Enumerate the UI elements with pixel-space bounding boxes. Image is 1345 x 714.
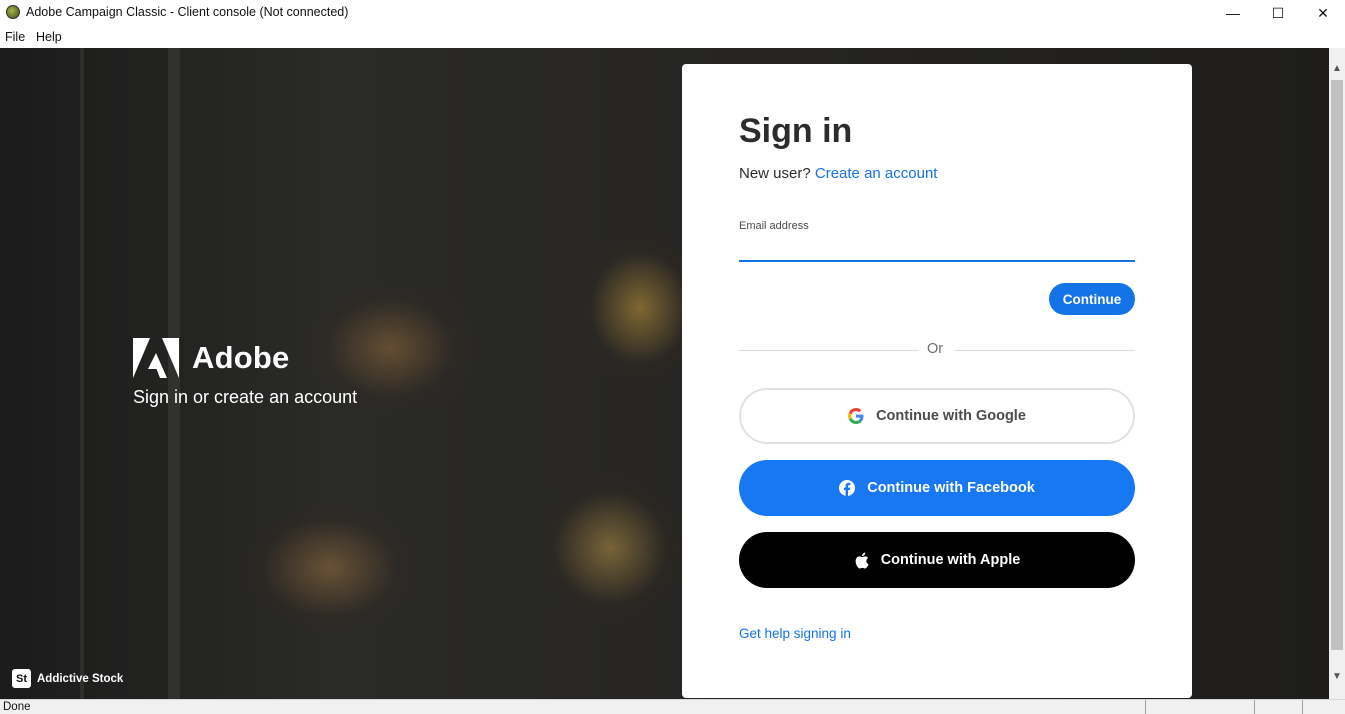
email-field[interactable] xyxy=(739,240,1135,262)
menu-help[interactable]: Help xyxy=(36,30,62,44)
title-bar: Adobe Campaign Classic - Client console … xyxy=(0,0,1345,26)
menu-file[interactable]: File xyxy=(5,30,25,44)
facebook-icon xyxy=(839,480,856,496)
apple-button-label: Continue with Apple xyxy=(880,552,1021,568)
status-separator xyxy=(1302,700,1303,714)
google-button-label: Continue with Google xyxy=(876,408,1026,424)
signin-page: Adobe Sign in or create an account St Ad… xyxy=(0,48,1329,699)
scroll-up-icon[interactable]: ▲ xyxy=(1329,60,1345,77)
status-separator xyxy=(1254,700,1255,714)
adobe-stock-icon: St xyxy=(12,669,31,688)
or-divider: Or xyxy=(739,341,1135,359)
continue-with-facebook-button[interactable]: Continue with Facebook xyxy=(739,460,1135,516)
app-icon xyxy=(6,5,20,19)
close-button[interactable]: ✕ xyxy=(1300,0,1345,26)
image-credit-label[interactable]: Addictive Stock xyxy=(37,673,123,685)
create-account-link[interactable]: Create an account xyxy=(815,165,938,182)
status-separator xyxy=(1145,700,1146,714)
help-signing-in-link[interactable]: Get help signing in xyxy=(739,626,851,641)
status-bar: Done xyxy=(0,699,1345,714)
page-title: Sign in xyxy=(739,112,853,150)
google-icon xyxy=(848,408,864,424)
adobe-logo-icon xyxy=(133,338,179,378)
divider-line xyxy=(739,350,919,351)
scroll-thumb[interactable] xyxy=(1331,80,1343,650)
window-title: Adobe Campaign Classic - Client console … xyxy=(26,5,349,19)
signin-card: Sign in New user? Create an account Emai… xyxy=(682,64,1192,698)
continue-button[interactable]: Continue xyxy=(1049,283,1135,315)
new-user-row: New user? Create an account xyxy=(739,165,937,182)
apple-icon xyxy=(854,552,869,569)
vertical-scrollbar[interactable]: ▲ ▼ xyxy=(1329,48,1345,699)
divider-line xyxy=(955,350,1135,351)
facebook-button-label: Continue with Facebook xyxy=(867,480,1035,496)
email-label: Email address xyxy=(739,220,809,232)
brand-tagline: Sign in or create an account xyxy=(133,387,358,407)
maximize-button[interactable]: ☐ xyxy=(1255,0,1301,26)
background-texture xyxy=(80,48,84,699)
menu-bar: File Help xyxy=(0,27,1345,48)
or-text: Or xyxy=(927,341,944,357)
continue-with-apple-button[interactable]: Continue with Apple xyxy=(739,532,1135,588)
scroll-down-icon[interactable]: ▼ xyxy=(1329,668,1345,685)
new-user-text: New user? xyxy=(739,165,811,182)
status-text: Done xyxy=(3,701,31,713)
minimize-button[interactable]: — xyxy=(1210,0,1256,26)
image-credit: St Addictive Stock xyxy=(12,669,123,688)
continue-with-google-button[interactable]: Continue with Google xyxy=(739,388,1135,444)
brand-name: Adobe xyxy=(192,340,290,375)
